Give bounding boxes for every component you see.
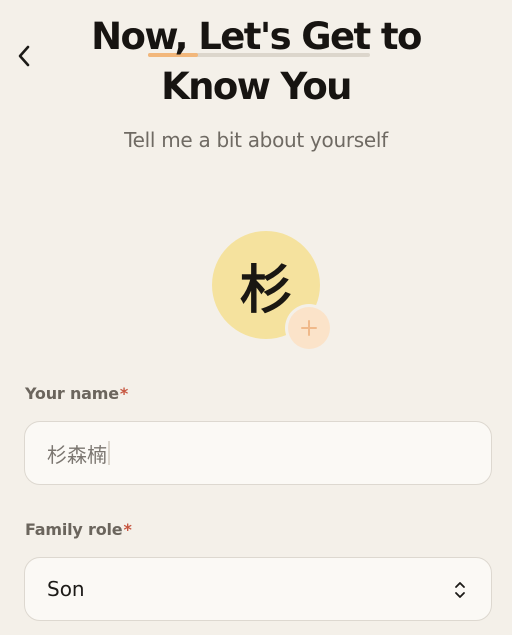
name-field-label-text: Your name: [25, 384, 119, 403]
name-input-value: 杉森楠: [47, 442, 107, 467]
page-title-line-2: Know You: [161, 65, 352, 108]
avatar-add-button[interactable]: [288, 307, 330, 349]
text-caret: [108, 441, 110, 465]
required-marker: *: [119, 384, 129, 403]
name-input[interactable]: 杉森楠: [24, 421, 492, 485]
name-field-label: Your name*: [25, 384, 128, 403]
required-marker: *: [123, 520, 132, 539]
avatar-initial: 杉: [239, 260, 292, 321]
chevron-updown-icon: [455, 582, 465, 598]
family-role-value: Son: [47, 577, 85, 601]
role-field-label-text: Family role: [25, 520, 123, 539]
page-subtitle: Tell me a bit about yourself: [124, 128, 388, 152]
role-field-label: Family role*: [25, 520, 132, 539]
page-title-line-1: Now, Let's Get to: [91, 15, 422, 58]
plus-icon: [301, 320, 317, 336]
family-role-select[interactable]: Son: [24, 557, 492, 621]
page-title: Now, Let's Get to Know You: [0, 12, 512, 112]
